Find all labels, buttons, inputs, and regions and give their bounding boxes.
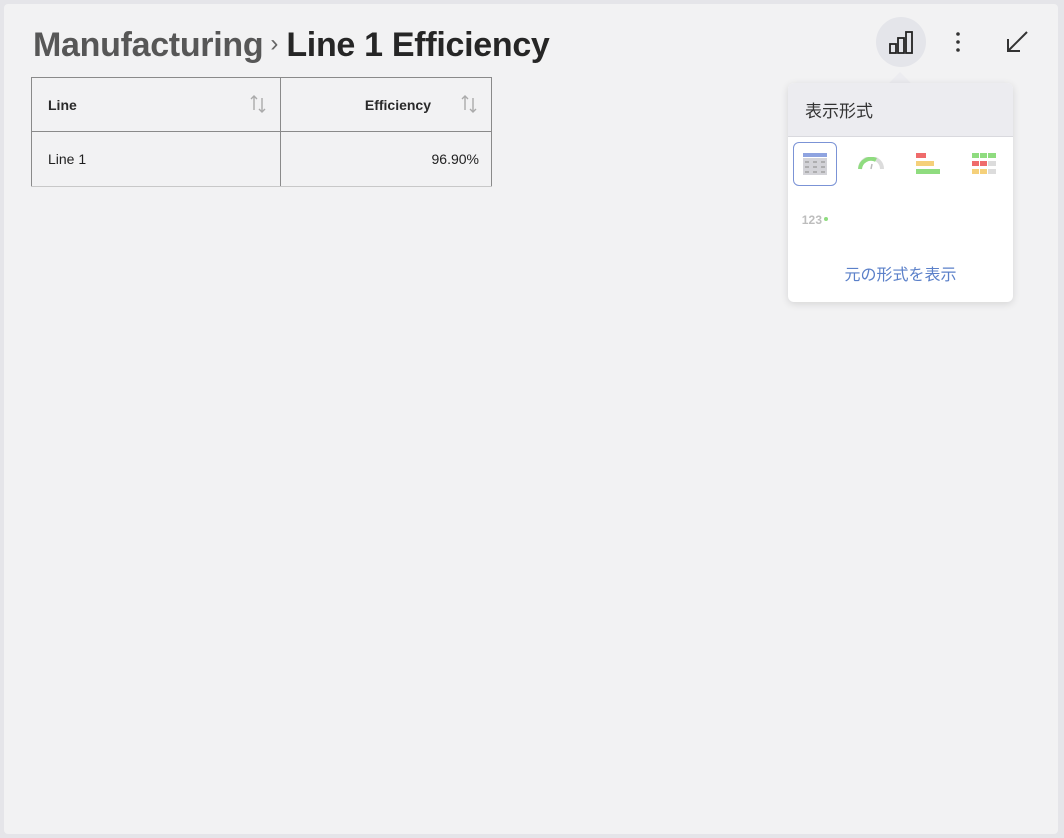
column-header-label: Line <box>48 96 77 113</box>
gauge-icon <box>858 157 884 170</box>
sort-icon[interactable] <box>459 94 479 114</box>
table-header-row: Line Efficiency <box>31 77 492 132</box>
grid-icon <box>803 153 827 175</box>
viz-option-grid[interactable] <box>793 142 837 186</box>
page-title: Line 1 Efficiency <box>286 25 550 64</box>
more-vertical-icon <box>956 32 960 52</box>
visualization-popover: 表示形式 123 元の形式を表示 <box>788 83 1013 302</box>
column-header-label: Efficiency <box>364 96 431 113</box>
sort-icon[interactable] <box>248 94 268 114</box>
kpi-dot <box>824 217 829 221</box>
collapse-arrow-icon <box>1007 31 1028 52</box>
table-row[interactable]: Line 1 96.90% <box>31 131 492 187</box>
show-original-link[interactable]: 元の形式を表示 <box>788 261 1013 285</box>
more-options-button[interactable] <box>933 17 983 67</box>
data-grid: Line Efficiency Line 1 96.90% <box>31 77 492 187</box>
column-header-efficiency[interactable]: Efficiency <box>280 77 492 132</box>
horizontal-bar-icon <box>916 153 940 174</box>
popover-arrow <box>889 72 911 83</box>
collapse-button[interactable] <box>992 17 1042 67</box>
cell-efficiency: 96.90% <box>280 131 492 187</box>
column-header-line[interactable]: Line <box>31 77 281 132</box>
heatmap-grid-icon <box>972 153 996 174</box>
viz-option-bar[interactable] <box>906 142 950 186</box>
viz-option-kpi[interactable]: 123 <box>793 198 837 242</box>
breadcrumb: Manufacturing › Line 1 Efficiency <box>33 22 550 68</box>
kpi-text-icon: 123 <box>801 213 823 227</box>
viz-option-heatmap[interactable] <box>962 142 1006 186</box>
popover-title: 表示形式 <box>788 83 1013 137</box>
cell-line: Line 1 <box>31 131 281 187</box>
dashboard-panel: Manufacturing › Line 1 Efficiency Line E… <box>4 4 1058 834</box>
viz-option-gauge[interactable] <box>849 142 893 186</box>
breadcrumb-parent[interactable]: Manufacturing <box>33 26 264 65</box>
visualization-button[interactable] <box>876 17 926 67</box>
bar-chart-icon <box>889 31 913 54</box>
breadcrumb-separator: › <box>270 30 279 57</box>
